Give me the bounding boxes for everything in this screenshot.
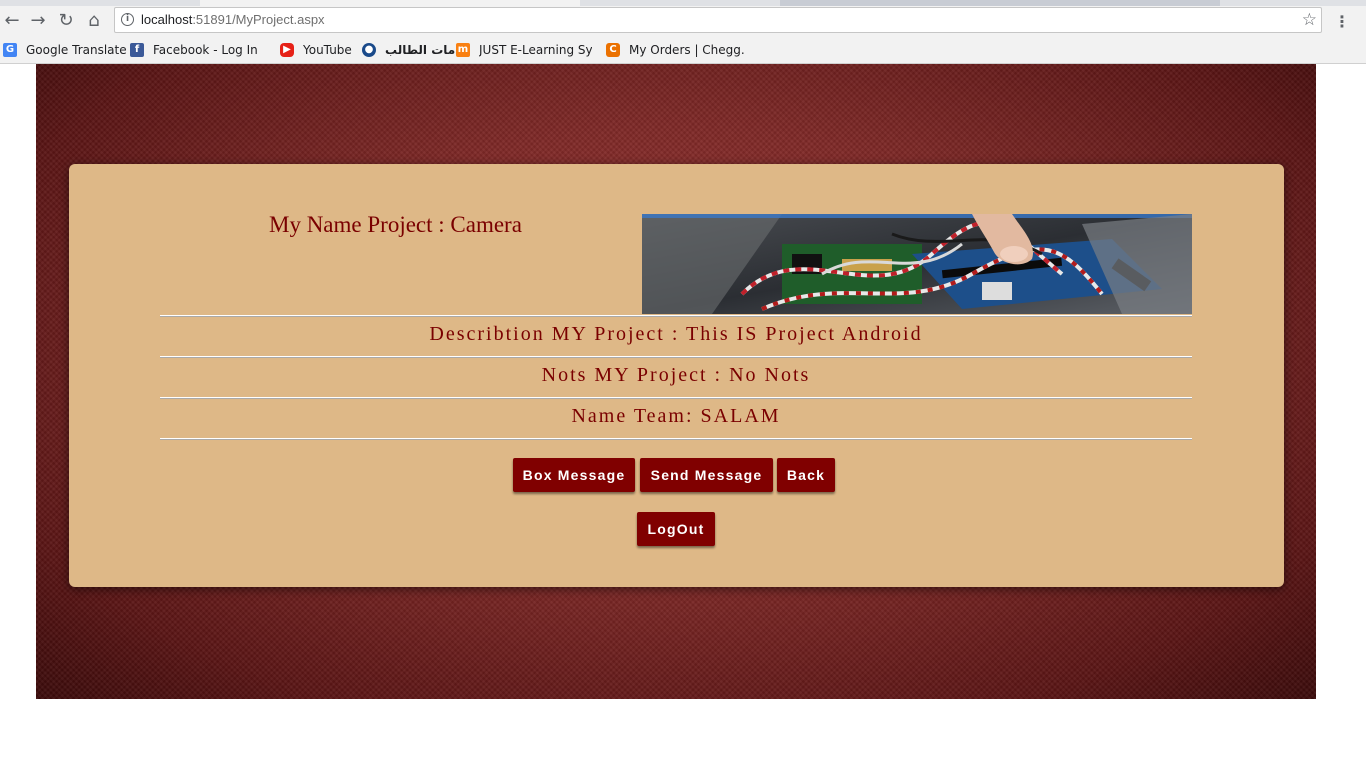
forward-arrow-icon[interactable]: → [26, 8, 50, 32]
facebook-icon: f [130, 43, 144, 57]
youtube-icon: ▶ [280, 43, 294, 57]
divider-line [160, 356, 1192, 358]
bookmark-label: Google Translate [26, 43, 127, 57]
google-translate-icon: G [3, 43, 17, 57]
back-arrow-icon[interactable]: ← [0, 8, 24, 32]
project-title: My Name Project : Camera [269, 212, 522, 237]
url-path: :51891/MyProject.aspx [192, 12, 325, 27]
bookmark-student-services[interactable]: ● خدمات الطالب [362, 41, 471, 59]
browser-menu-icon[interactable]: ⋮ [1334, 12, 1350, 31]
bookmark-label: Facebook - Log In or [153, 43, 262, 57]
bookmark-chegg[interactable]: C My Orders | Chegg.co [606, 41, 744, 59]
info-icon[interactable]: i [121, 13, 134, 26]
team-name: Name Team: SALAM [571, 405, 781, 427]
divider-line [160, 315, 1192, 317]
browser-toolbar: ← → ↻ ⌂ i localhost:51891/MyProject.aspx… [0, 6, 1366, 36]
divider-line [160, 397, 1192, 399]
home-icon[interactable]: ⌂ [82, 8, 106, 32]
project-photo [642, 214, 1192, 314]
box-message-button[interactable]: Box Message [513, 458, 635, 492]
bookmark-label: My Orders | Chegg.co [629, 43, 744, 57]
bookmark-label: YouTube [303, 43, 352, 57]
back-button[interactable]: Back [777, 458, 835, 492]
moodle-icon: m [456, 43, 470, 57]
bookmark-star-icon[interactable]: ☆ [1302, 10, 1317, 30]
bookmark-youtube[interactable]: ▶ YouTube [280, 41, 352, 59]
divider-line [160, 438, 1192, 440]
chegg-icon: C [606, 43, 620, 57]
bookmark-facebook[interactable]: f Facebook - Log In or [130, 41, 262, 59]
university-seal-icon: ● [362, 43, 376, 57]
bookmark-google-translate[interactable]: G Google Translate [3, 41, 127, 59]
url-text[interactable]: localhost:51891/MyProject.aspx [141, 12, 325, 27]
logout-button[interactable]: LogOut [637, 512, 715, 546]
project-card: My Name Project : Camera Describtion MY … [69, 164, 1284, 587]
address-bar[interactable]: i localhost:51891/MyProject.aspx ☆ [114, 7, 1322, 33]
reload-icon[interactable]: ↻ [54, 8, 78, 32]
project-notes: Nots MY Project : No Nots [541, 364, 811, 386]
send-message-button[interactable]: Send Message [640, 458, 773, 492]
url-host: localhost [141, 12, 193, 27]
bookmarks-bar: G Google Translate f Facebook - Log In o… [0, 36, 1366, 64]
electronics-image [642, 214, 1192, 314]
project-description: Describtion MY Project : This IS Project… [429, 323, 923, 345]
bookmark-just-elearning[interactable]: m JUST E-Learning Syste [456, 41, 592, 59]
bookmark-label: JUST E-Learning Syste [479, 43, 592, 57]
